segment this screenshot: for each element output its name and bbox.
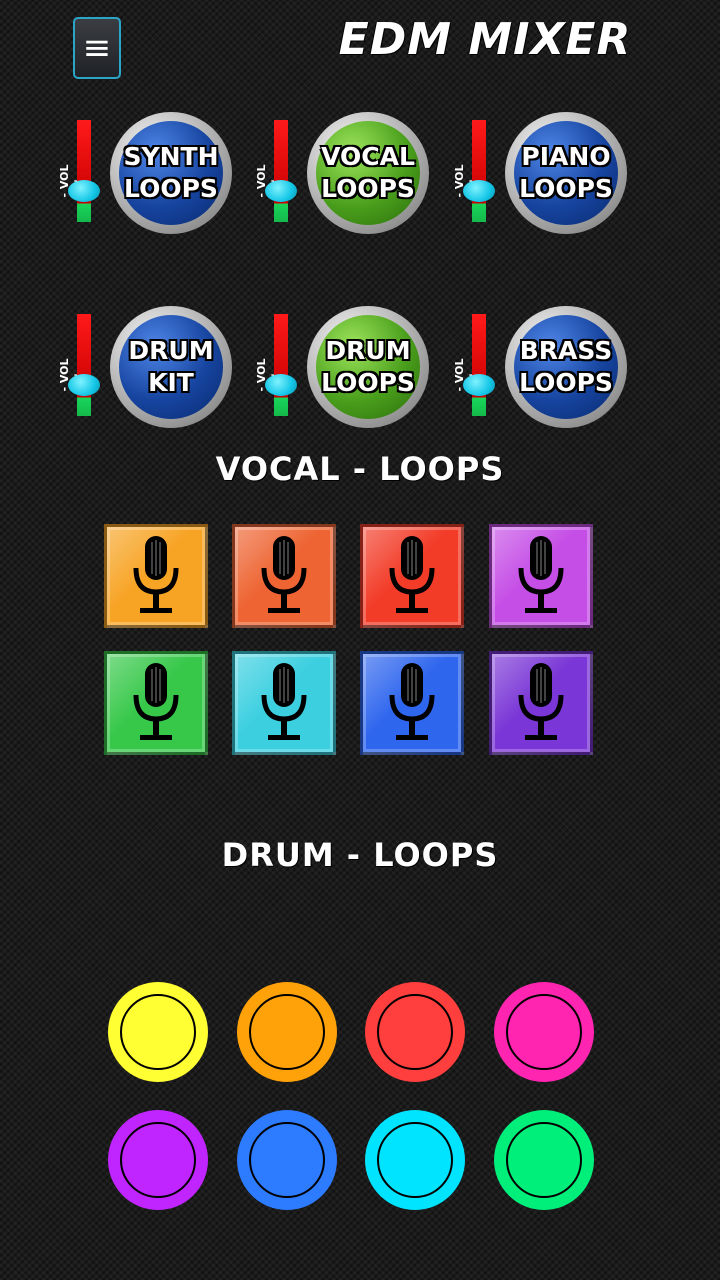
menu-button[interactable]: ≡ (73, 17, 121, 79)
microphone-icon (518, 663, 564, 740)
loop-category-label: DRUM KIT (119, 315, 223, 419)
mixer-channel: - VOL +BRASS LOOPS (450, 306, 650, 436)
microphone-icon (261, 663, 307, 740)
loop-category-label: PIANO LOOPS (514, 121, 618, 225)
loop-category-button[interactable]: DRUM LOOPS (307, 306, 429, 428)
microphone-icon (133, 663, 179, 740)
loop-category-button[interactable]: DRUM KIT (110, 306, 232, 428)
loop-category-button[interactable]: PIANO LOOPS (505, 112, 627, 234)
loop-category-button[interactable]: BRASS LOOPS (505, 306, 627, 428)
volume-slider-track[interactable] (472, 120, 486, 222)
microphone-icon (389, 536, 435, 613)
microphone-icon (389, 663, 435, 740)
volume-slider-thumb[interactable] (68, 374, 100, 397)
vocal-pad[interactable] (489, 524, 593, 628)
drum-pad-ring (249, 1122, 325, 1198)
drum-pad[interactable] (108, 982, 208, 1082)
drum-pad-ring (120, 994, 196, 1070)
vocal-pad[interactable] (104, 651, 208, 755)
mixer-channel: - VOL +VOCAL LOOPS (252, 112, 452, 242)
volume-slider-track[interactable] (77, 120, 91, 222)
volume-slider-thumb[interactable] (463, 180, 495, 203)
vocal-pad[interactable] (232, 524, 336, 628)
volume-slider-track[interactable] (472, 314, 486, 416)
vocal-pad[interactable] (104, 524, 208, 628)
mixer-channel: - VOL +SYNTH LOOPS (55, 112, 255, 242)
volume-slider-thumb[interactable] (265, 374, 297, 397)
drum-pad-ring (249, 994, 325, 1070)
volume-slider-track[interactable] (274, 120, 288, 222)
drum-pad[interactable] (108, 1110, 208, 1210)
mixer-channel: - VOL +DRUM LOOPS (252, 306, 452, 436)
mixer-channel: - VOL +DRUM KIT (55, 306, 255, 436)
loop-category-button[interactable]: VOCAL LOOPS (307, 112, 429, 234)
drum-pad[interactable] (365, 982, 465, 1082)
loop-category-label: SYNTH LOOPS (119, 121, 223, 225)
microphone-icon (133, 536, 179, 613)
drum-pad-ring (120, 1122, 196, 1198)
drum-pad-ring (506, 994, 582, 1070)
drum-pad-ring (377, 994, 453, 1070)
loop-category-label: DRUM LOOPS (316, 315, 420, 419)
mixer-channel: - VOL +PIANO LOOPS (450, 112, 650, 242)
loop-category-label: VOCAL LOOPS (316, 121, 420, 225)
vocal-pad[interactable] (360, 651, 464, 755)
vocal-pad[interactable] (360, 524, 464, 628)
volume-slider-thumb[interactable] (265, 180, 297, 203)
volume-slider-thumb[interactable] (463, 374, 495, 397)
vocal-loops-title: VOCAL - LOOPS (215, 450, 505, 488)
drum-pad-ring (506, 1122, 582, 1198)
hamburger-menu-icon: ≡ (82, 28, 112, 68)
drum-loops-title: DRUM - LOOPS (221, 836, 499, 874)
vocal-pad[interactable] (489, 651, 593, 755)
drum-pad[interactable] (365, 1110, 465, 1210)
volume-slider-thumb[interactable] (68, 180, 100, 203)
loop-category-button[interactable]: SYNTH LOOPS (110, 112, 232, 234)
drum-pad[interactable] (494, 1110, 594, 1210)
app-title: EDM MIXER (338, 14, 632, 65)
vocal-pad[interactable] (232, 651, 336, 755)
microphone-icon (518, 536, 564, 613)
drum-pad[interactable] (237, 982, 337, 1082)
volume-slider-track[interactable] (274, 314, 288, 416)
drum-pad-ring (377, 1122, 453, 1198)
loop-category-label: BRASS LOOPS (514, 315, 618, 419)
drum-pad[interactable] (237, 1110, 337, 1210)
microphone-icon (261, 536, 307, 613)
volume-slider-track[interactable] (77, 314, 91, 416)
drum-pad[interactable] (494, 982, 594, 1082)
